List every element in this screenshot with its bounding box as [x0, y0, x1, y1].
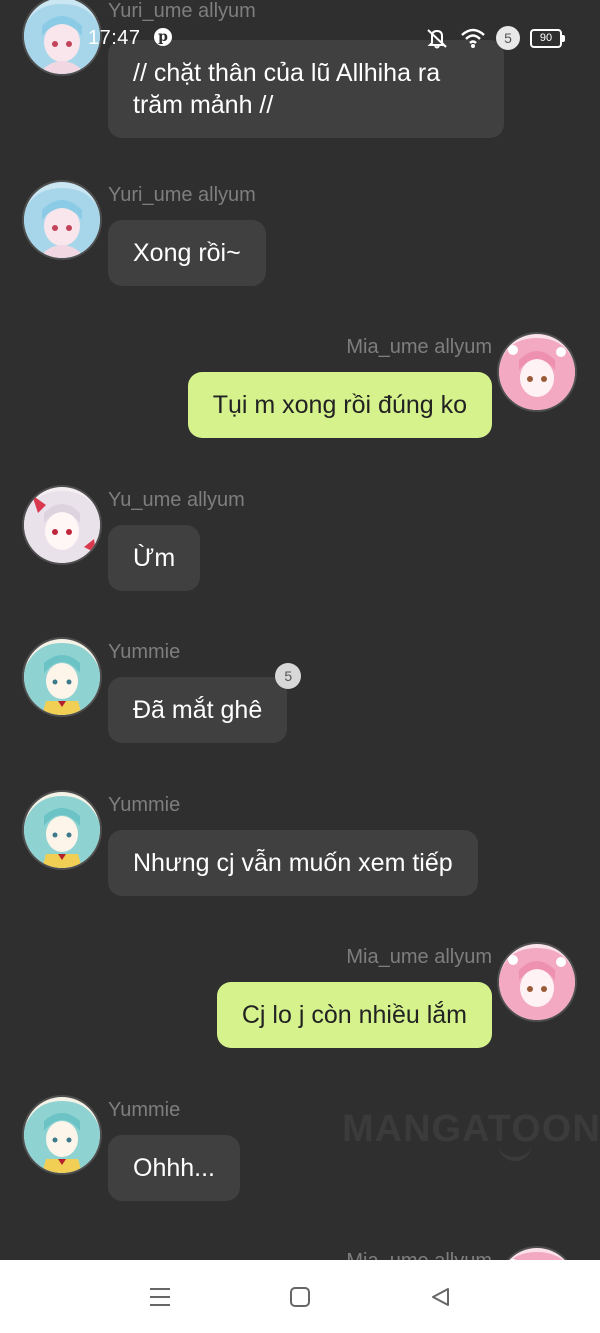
message-text: Xong rồi~	[133, 239, 241, 267]
back-icon[interactable]	[426, 1283, 454, 1311]
home-icon[interactable]	[286, 1283, 314, 1311]
sender-name: Mia_ume allyum	[346, 946, 492, 968]
avatar[interactable]	[499, 944, 575, 1020]
watermark: MANGATOON	[342, 1108, 600, 1150]
message-text: Ohhh...	[133, 1154, 215, 1182]
sender-name: Yu_ume allyum	[108, 489, 245, 511]
avatar[interactable]	[24, 487, 100, 563]
message-bubble[interactable]: Ohhh...	[108, 1135, 240, 1201]
avatar[interactable]	[24, 182, 100, 258]
pinterest-icon: p	[154, 28, 172, 46]
message-text: Ừm	[133, 544, 176, 572]
avatar[interactable]	[24, 639, 100, 715]
avatar[interactable]	[24, 792, 100, 868]
watermark-smile	[498, 1143, 532, 1161]
sender-name: Yuri_ume allyum	[108, 184, 256, 206]
status-bar: 17:47 p 5 90	[0, 0, 600, 60]
message-bubble[interactable]: Cj lo j còn nhiều lắm	[216, 982, 492, 1048]
message-text: Đã mắt ghê	[133, 696, 263, 724]
status-icons: 5 90	[424, 26, 565, 50]
mute-icon	[427, 29, 447, 49]
message-text: // chặt thân của lũ Allhiha ra trăm mảnh…	[133, 59, 441, 119]
avatar[interactable]	[24, 1097, 100, 1173]
message-text: Tụi m xong rồi đúng ko	[212, 391, 467, 419]
menu-icon[interactable]	[146, 1283, 174, 1311]
message-bubble[interactable]: Ừm	[108, 525, 201, 591]
message-text: Nhưng cj vẫn muốn xem tiếp	[133, 849, 453, 877]
message-bubble[interactable]: Tụi m xong rồi đúng ko	[187, 372, 492, 438]
avatar[interactable]	[499, 334, 575, 410]
sender-name: Yummie	[108, 794, 181, 816]
message-bubble[interactable]: Nhưng cj vẫn muốn xem tiếp	[108, 830, 478, 896]
sender-name: Yummie	[108, 641, 181, 663]
status-time: 17:47	[88, 27, 141, 49]
message-bubble[interactable]: Xong rồi~	[108, 220, 266, 286]
navigation-bar	[0, 1260, 600, 1333]
notification-count-badge: 5	[496, 26, 520, 50]
unread-badge: 5	[275, 663, 302, 689]
sender-name: Mia_ume allyum	[346, 336, 492, 358]
message-text: Cj lo j còn nhiều lắm	[241, 1001, 467, 1029]
battery-icon: 90	[530, 28, 565, 48]
chat-screen: 17:47 p 5 90 Yuri_ume allyum // chặt thâ…	[0, 0, 600, 1333]
sender-name: Yummie	[108, 1099, 181, 1121]
message-bubble[interactable]: Đã mắt ghê 5	[108, 663, 302, 743]
wifi-icon	[461, 28, 485, 48]
